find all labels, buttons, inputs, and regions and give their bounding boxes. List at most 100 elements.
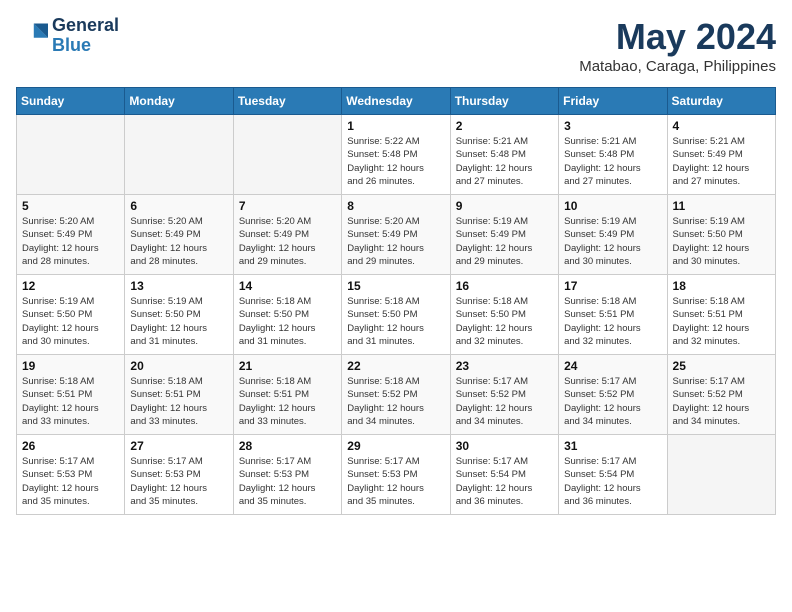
calendar-cell bbox=[667, 435, 775, 515]
logo-text-general: General bbox=[52, 16, 119, 36]
logo-text-blue: Blue bbox=[52, 36, 119, 56]
day-number: 9 bbox=[456, 199, 553, 213]
day-number: 10 bbox=[564, 199, 661, 213]
calendar-cell: 28 Sunrise: 5:17 AM Sunset: 5:53 PM Dayli… bbox=[233, 435, 341, 515]
day-number: 2 bbox=[456, 119, 553, 133]
day-info: Sunrise: 5:17 AM Sunset: 5:53 PM Dayligh… bbox=[347, 455, 444, 508]
day-header-monday: Monday bbox=[125, 88, 233, 115]
calendar-cell: 19Sunrise: 5:18 AM Sunset: 5:51 PM Dayli… bbox=[17, 355, 125, 435]
day-info: Sunrise: 5:18 AM Sunset: 5:51 PM Dayligh… bbox=[673, 295, 770, 348]
day-number: 31 bbox=[564, 439, 661, 453]
calendar-cell: 31 Sunrise: 5:17 AM Sunset: 5:54 PM Dayli… bbox=[559, 435, 667, 515]
calendar-cell: 12 Sunrise: 5:19 AM Sunset: 5:50 PM Dayli… bbox=[17, 275, 125, 355]
day-info: Sunrise: 5:18 AM Sunset: 5:51 PM Dayligh… bbox=[239, 375, 336, 428]
calendar-cell: 11 Sunrise: 5:19 AM Sunset: 5:50 PM Dayli… bbox=[667, 195, 775, 275]
calendar-cell: 10 Sunrise: 5:19 AM Sunset: 5:49 PM Dayli… bbox=[559, 195, 667, 275]
day-number: 22 bbox=[347, 359, 444, 373]
day-number: 25 bbox=[673, 359, 770, 373]
calendar-cell: 4 Sunrise: 5:21 AM Sunset: 5:49 PM Daylig… bbox=[667, 115, 775, 195]
day-number: 26 bbox=[22, 439, 119, 453]
day-info: Sunrise: 5:19 AM Sunset: 5:49 PM Dayligh… bbox=[564, 215, 661, 268]
day-info: Sunrise: 5:18 AM Sunset: 5:50 PM Dayligh… bbox=[239, 295, 336, 348]
day-number: 6 bbox=[130, 199, 227, 213]
day-info: Sunrise: 5:19 AM Sunset: 5:50 PM Dayligh… bbox=[673, 215, 770, 268]
calendar-cell: 14 Sunrise: 5:18 AM Sunset: 5:50 PM Dayli… bbox=[233, 275, 341, 355]
logo: General Blue bbox=[16, 16, 119, 56]
calendar-cell: 13Sunrise: 5:19 AM Sunset: 5:50 PM Dayli… bbox=[125, 275, 233, 355]
logo-icon bbox=[16, 20, 48, 52]
day-info: Sunrise: 5:17 AM Sunset: 5:54 PM Dayligh… bbox=[564, 455, 661, 508]
calendar-cell: 23 Sunrise: 5:17 AM Sunset: 5:52 PM Dayli… bbox=[450, 355, 558, 435]
calendar-cell bbox=[17, 115, 125, 195]
day-number: 16 bbox=[456, 279, 553, 293]
day-number: 11 bbox=[673, 199, 770, 213]
day-number: 7 bbox=[239, 199, 336, 213]
day-info: Sunrise: 5:18 AM Sunset: 5:51 PM Dayligh… bbox=[130, 375, 227, 428]
day-number: 29 bbox=[347, 439, 444, 453]
calendar-cell bbox=[233, 115, 341, 195]
day-number: 18 bbox=[673, 279, 770, 293]
day-number: 27 bbox=[130, 439, 227, 453]
calendar-cell: 8 Sunrise: 5:20 AM Sunset: 5:49 PM Daylig… bbox=[342, 195, 450, 275]
calendar-cell: 18 Sunrise: 5:18 AM Sunset: 5:51 PM Dayli… bbox=[667, 275, 775, 355]
calendar-body: 1Sunrise: 5:22 AM Sunset: 5:48 PM Daylig… bbox=[17, 115, 776, 515]
week-row-2: 5 Sunrise: 5:20 AM Sunset: 5:49 PM Daylig… bbox=[17, 195, 776, 275]
day-number: 15 bbox=[347, 279, 444, 293]
calendar-cell: 20Sunrise: 5:18 AM Sunset: 5:51 PM Dayli… bbox=[125, 355, 233, 435]
week-row-3: 12 Sunrise: 5:19 AM Sunset: 5:50 PM Dayli… bbox=[17, 275, 776, 355]
day-info: Sunrise: 5:17 AM Sunset: 5:53 PM Dayligh… bbox=[239, 455, 336, 508]
calendar-cell: 24 Sunrise: 5:17 AM Sunset: 5:52 PM Dayli… bbox=[559, 355, 667, 435]
location: Matabao, Caraga, Philippines bbox=[579, 58, 776, 75]
day-info: Sunrise: 5:20 AM Sunset: 5:49 PM Dayligh… bbox=[239, 215, 336, 268]
day-number: 24 bbox=[564, 359, 661, 373]
day-header-sunday: Sunday bbox=[17, 88, 125, 115]
day-info: Sunrise: 5:20 AM Sunset: 5:49 PM Dayligh… bbox=[22, 215, 119, 268]
day-number: 12 bbox=[22, 279, 119, 293]
calendar-cell: 5 Sunrise: 5:20 AM Sunset: 5:49 PM Daylig… bbox=[17, 195, 125, 275]
day-number: 8 bbox=[347, 199, 444, 213]
day-info: Sunrise: 5:18 AM Sunset: 5:51 PM Dayligh… bbox=[22, 375, 119, 428]
day-info: Sunrise: 5:17 AM Sunset: 5:53 PM Dayligh… bbox=[22, 455, 119, 508]
day-number: 23 bbox=[456, 359, 553, 373]
day-info: Sunrise: 5:21 AM Sunset: 5:48 PM Dayligh… bbox=[456, 135, 553, 188]
day-info: Sunrise: 5:20 AM Sunset: 5:49 PM Dayligh… bbox=[347, 215, 444, 268]
day-info: Sunrise: 5:18 AM Sunset: 5:50 PM Dayligh… bbox=[456, 295, 553, 348]
day-number: 4 bbox=[673, 119, 770, 133]
calendar-cell: 25Sunrise: 5:17 AM Sunset: 5:52 PM Dayli… bbox=[667, 355, 775, 435]
calendar-cell: 1Sunrise: 5:22 AM Sunset: 5:48 PM Daylig… bbox=[342, 115, 450, 195]
day-info: Sunrise: 5:21 AM Sunset: 5:49 PM Dayligh… bbox=[673, 135, 770, 188]
day-number: 14 bbox=[239, 279, 336, 293]
calendar-cell: 6 Sunrise: 5:20 AM Sunset: 5:49 PM Daylig… bbox=[125, 195, 233, 275]
day-header-wednesday: Wednesday bbox=[342, 88, 450, 115]
title-block: May 2024 Matabao, Caraga, Philippines bbox=[579, 16, 776, 75]
day-number: 30 bbox=[456, 439, 553, 453]
calendar-cell: 22Sunrise: 5:18 AM Sunset: 5:52 PM Dayli… bbox=[342, 355, 450, 435]
day-number: 21 bbox=[239, 359, 336, 373]
day-header-thursday: Thursday bbox=[450, 88, 558, 115]
day-number: 1 bbox=[347, 119, 444, 133]
week-row-5: 26 Sunrise: 5:17 AM Sunset: 5:53 PM Dayli… bbox=[17, 435, 776, 515]
calendar-cell: 21 Sunrise: 5:18 AM Sunset: 5:51 PM Dayli… bbox=[233, 355, 341, 435]
header-row: SundayMondayTuesdayWednesdayThursdayFrid… bbox=[17, 88, 776, 115]
calendar-cell: 3Sunrise: 5:21 AM Sunset: 5:48 PM Daylig… bbox=[559, 115, 667, 195]
calendar-cell bbox=[125, 115, 233, 195]
day-number: 3 bbox=[564, 119, 661, 133]
calendar-table: SundayMondayTuesdayWednesdayThursdayFrid… bbox=[16, 87, 776, 515]
day-number: 13 bbox=[130, 279, 227, 293]
calendar-cell: 30Sunrise: 5:17 AM Sunset: 5:54 PM Dayli… bbox=[450, 435, 558, 515]
day-info: Sunrise: 5:19 AM Sunset: 5:49 PM Dayligh… bbox=[456, 215, 553, 268]
calendar-cell: 2 Sunrise: 5:21 AM Sunset: 5:48 PM Daylig… bbox=[450, 115, 558, 195]
day-info: Sunrise: 5:19 AM Sunset: 5:50 PM Dayligh… bbox=[22, 295, 119, 348]
day-info: Sunrise: 5:17 AM Sunset: 5:52 PM Dayligh… bbox=[456, 375, 553, 428]
calendar-header: SundayMondayTuesdayWednesdayThursdayFrid… bbox=[17, 88, 776, 115]
day-info: Sunrise: 5:17 AM Sunset: 5:52 PM Dayligh… bbox=[564, 375, 661, 428]
day-number: 5 bbox=[22, 199, 119, 213]
day-info: Sunrise: 5:17 AM Sunset: 5:53 PM Dayligh… bbox=[130, 455, 227, 508]
calendar-cell: 27 Sunrise: 5:17 AM Sunset: 5:53 PM Dayli… bbox=[125, 435, 233, 515]
week-row-4: 19Sunrise: 5:18 AM Sunset: 5:51 PM Dayli… bbox=[17, 355, 776, 435]
day-number: 28 bbox=[239, 439, 336, 453]
month-title: May 2024 bbox=[579, 16, 776, 58]
day-header-tuesday: Tuesday bbox=[233, 88, 341, 115]
calendar-cell: 9 Sunrise: 5:19 AM Sunset: 5:49 PM Daylig… bbox=[450, 195, 558, 275]
day-info: Sunrise: 5:20 AM Sunset: 5:49 PM Dayligh… bbox=[130, 215, 227, 268]
